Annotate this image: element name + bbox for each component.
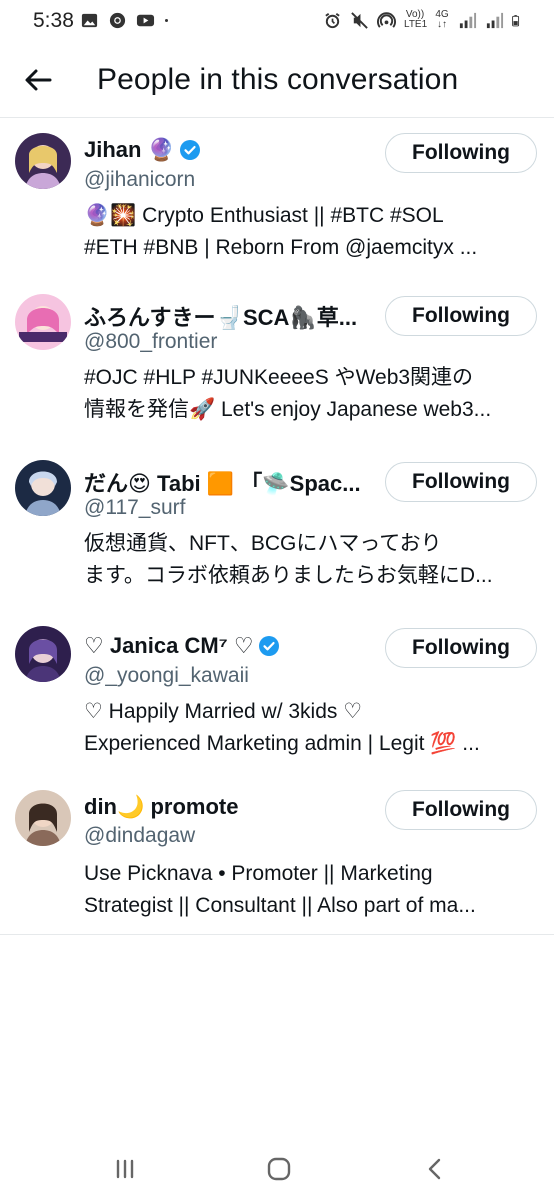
alarm-icon: [325, 12, 340, 28]
user-handle: @dindagaw: [84, 824, 196, 847]
back-arrow-icon[interactable]: [20, 62, 56, 98]
hotspot-icon: [377, 11, 396, 28]
system-nav-bar: [0, 1140, 554, 1200]
page-title: People in this conversation: [97, 63, 459, 96]
display-name: Jihan 🔮: [84, 137, 175, 162]
display-name: だん😍 Tabi 🟧 「🛸Spac...: [84, 471, 361, 496]
user-bio: Use Picknava • Promoter || Marketing Str…: [84, 862, 476, 917]
avatar[interactable]: [15, 626, 71, 682]
following-button[interactable]: Following: [385, 462, 537, 502]
avatar[interactable]: [15, 790, 71, 846]
status-time: 5:38: [33, 9, 74, 32]
avatar[interactable]: [15, 294, 71, 350]
user-bio: #OJC #HLP #JUNKeeeeS やWeb3関連の 情報を発信🚀 Let…: [84, 366, 492, 421]
network-4g-indicator: 4G ↓↑: [435, 9, 449, 30]
image-icon: [81, 13, 98, 28]
avatar[interactable]: [15, 460, 71, 516]
home-icon[interactable]: [264, 1154, 294, 1184]
user-bio: ♡ Happily Married w/ 3kids ♡ Experienced…: [84, 700, 480, 755]
youtube-icon: [136, 14, 155, 27]
verified-badge-icon: [258, 636, 279, 656]
person-item[interactable]: Jihan 🔮 @jihanicorn Following 🔮🎇 Crypto …: [0, 118, 554, 294]
battery-icon: [512, 14, 520, 26]
person-item[interactable]: din🌙 promote @dindagaw Following Use Pic…: [0, 790, 554, 934]
user-handle: @_yoongi_kawaii: [84, 664, 249, 687]
page-header: People in this conversation: [0, 40, 554, 118]
status-bar: 5:38 Vo)) LTE1 4G ↓↑: [0, 0, 554, 40]
user-handle: @117_surf: [84, 496, 186, 519]
mute-icon: [351, 11, 368, 29]
following-button[interactable]: Following: [385, 628, 537, 668]
verified-badge-icon: [179, 140, 200, 160]
following-button[interactable]: Following: [385, 296, 537, 336]
recent-apps-icon[interactable]: [110, 1154, 140, 1184]
back-nav-icon[interactable]: [420, 1154, 450, 1184]
person-item[interactable]: ふろんすきー🚽SCA🦍草... @800_frontier Following …: [0, 294, 554, 460]
following-button[interactable]: Following: [385, 133, 537, 173]
user-handle: @jihanicorn: [84, 168, 196, 191]
user-handle: @800_frontier: [84, 330, 218, 353]
display-name: ♡ Janica CM⁷ ♡: [84, 633, 254, 658]
display-name: din🌙 promote: [84, 794, 239, 819]
list-divider: [0, 934, 554, 935]
user-bio: 🔮🎇 Crypto Enthusiast || #BTC #SOL #ETH #…: [84, 204, 478, 259]
display-name: ふろんすきー🚽SCA🦍草...: [84, 305, 358, 330]
avatar[interactable]: [15, 133, 71, 189]
signal-icon: [459, 12, 477, 28]
volte-indicator: Vo)) LTE1: [404, 9, 428, 30]
person-item[interactable]: だん😍 Tabi 🟧 「🛸Spac... @117_surf Following…: [0, 460, 554, 626]
chrome-icon: [109, 12, 126, 29]
following-button[interactable]: Following: [385, 790, 537, 830]
user-bio: 仮想通貨、NFT、BCGにハマっており ます。コラボ依頼ありましたらお気軽にD.…: [84, 532, 493, 587]
person-item[interactable]: ♡ Janica CM⁷ ♡ @_yoongi_kawaii Following…: [0, 626, 554, 790]
signal-icon: [486, 12, 504, 28]
dot-icon: [165, 19, 168, 22]
